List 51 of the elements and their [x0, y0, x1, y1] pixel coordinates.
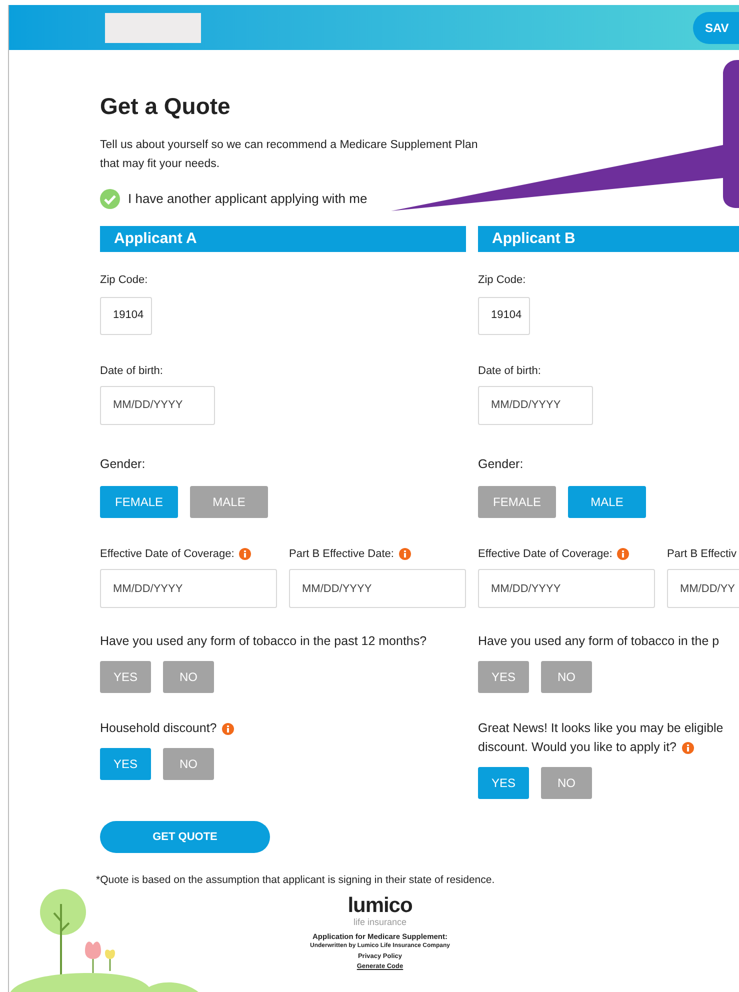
zip-code-field[interactable]: 19104: [478, 296, 530, 334]
get-quote-button[interactable]: GET QUOTE: [100, 821, 270, 853]
field-label: Gender:: [100, 456, 146, 473]
option-button[interactable]: YES: [100, 661, 151, 693]
field-label: Part B Effectiv: [667, 546, 736, 562]
field-label: Date of birth:: [100, 364, 163, 378]
field-label: Zip Code:: [100, 273, 148, 288]
part-b-date-field[interactable]: MM/DD/YY: [667, 569, 739, 608]
zip-code-field[interactable]: 19104: [100, 296, 152, 334]
option-button[interactable]: NO: [163, 661, 214, 693]
option-button[interactable]: MALE: [568, 486, 646, 518]
question-text: Have you used any form of tobacco in the past 12 months?: [100, 633, 428, 650]
info-icon[interactable]: [222, 722, 234, 734]
disclaimer-text: *Quote is based on the assumption that applicant is signing in their state of residence.: [96, 873, 496, 888]
checkbox[interactable]: [100, 189, 120, 209]
option-button[interactable]: YES: [478, 767, 529, 799]
question-text: discount. Would you like to apply it?: [478, 739, 676, 756]
question-text: Have you used any form of tobacco in the p: [478, 633, 720, 650]
question-text: Household discount?: [100, 720, 217, 737]
option-button[interactable]: NO: [541, 767, 592, 799]
date-of-birth-field[interactable]: MM/DD/YYYY: [478, 386, 593, 425]
brand-tagline: life insurance: [353, 916, 407, 928]
part-b-date-field[interactable]: MM/DD/YYYY: [289, 569, 466, 608]
field-label: Effective Date of Coverage:: [100, 546, 234, 562]
coverage-date-field[interactable]: MM/DD/YYYY: [478, 569, 655, 608]
option-button[interactable]: NO: [541, 661, 592, 693]
field-label: Gender:: [478, 456, 524, 473]
option-button[interactable]: MALE: [190, 486, 268, 518]
section-header: Applicant B: [478, 226, 739, 252]
option-button[interactable]: YES: [478, 661, 529, 693]
option-button[interactable]: FEMALE: [478, 486, 556, 518]
page-title: Get a Quote: [100, 92, 232, 120]
field-label: Date of birth:: [478, 364, 541, 378]
info-icon[interactable]: [617, 548, 630, 560]
field-label: Part B Effective Date:: [289, 546, 394, 562]
section-header: Applicant A: [100, 226, 466, 252]
option-button[interactable]: FEMALE: [100, 486, 178, 518]
info-icon[interactable]: [398, 548, 411, 560]
intro-text: Tell us about yourself so we can recommend a Medicare Supplement Plan that may fit your needs.: [100, 138, 479, 172]
coverage-date-field[interactable]: MM/DD/YYYY: [100, 569, 277, 608]
field-label: Zip Code:: [478, 273, 526, 288]
option-button[interactable]: YES: [100, 748, 151, 780]
info-icon[interactable]: [239, 548, 252, 560]
checkbox-label: I have another applicant applying with me: [128, 190, 368, 208]
save-button[interactable]: SAV: [693, 12, 739, 44]
brand-logo: lumico: [348, 894, 412, 917]
field-label: Effective Date of Coverage:: [478, 546, 612, 562]
date-of-birth-field[interactable]: MM/DD/YYYY: [100, 386, 215, 425]
info-icon[interactable]: [682, 742, 694, 754]
option-button[interactable]: NO: [163, 748, 214, 780]
question-text: Great News! It looks like you may be eligible: [478, 720, 724, 737]
